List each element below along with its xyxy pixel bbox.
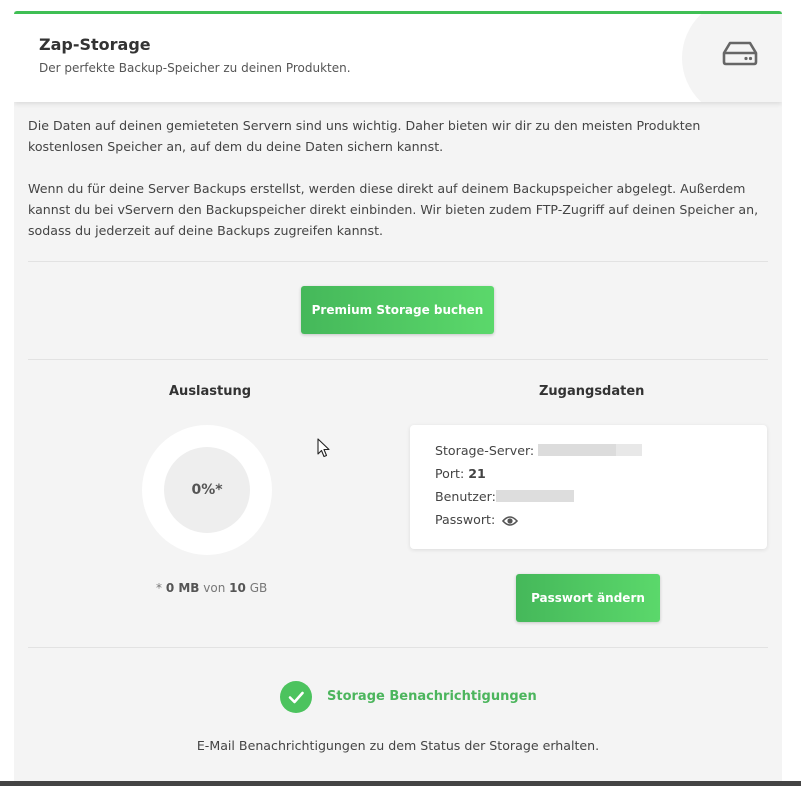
user-row: Benutzer: (435, 489, 574, 504)
notifications-label[interactable]: Storage Benachrichtigungen (327, 689, 537, 704)
page-title: Zap-Storage (39, 35, 151, 54)
card-body: Die Daten auf deinen gemieteten Servern … (14, 102, 782, 262)
port-label: Port: (435, 466, 465, 481)
password-label: Passwort: (435, 512, 496, 527)
premium-storage-button[interactable]: Premium Storage buchen (301, 286, 494, 334)
port-value: 21 (468, 466, 486, 481)
hard-drive-icon (722, 40, 758, 70)
notifications-toggle[interactable] (280, 681, 312, 713)
divider (28, 261, 768, 262)
intro-paragraph-2: Wenn du für deine Server Backups erstell… (28, 181, 759, 238)
usage-donut-chart: 0%* (142, 425, 272, 555)
user-label: Benutzer: (435, 489, 496, 504)
user-value-redacted[interactable] (495, 490, 574, 502)
credentials-heading: Zugangsdaten (539, 384, 645, 399)
usage-unit: GB (249, 581, 268, 595)
port-row: Port: 21 (435, 466, 486, 481)
credentials-box: Storage-Server: Port: 21 Benutzer: Passw… (410, 425, 767, 549)
divider (28, 647, 768, 648)
password-row: Passwort: (435, 512, 519, 530)
usage-used: 0 MB (165, 581, 200, 595)
usage-total: 10 (229, 581, 246, 595)
usage-percent-label: 0%* (191, 482, 223, 498)
notifications-description: E-Mail Benachrichtigungen zu dem Status … (196, 738, 600, 753)
change-password-button[interactable]: Passwort ändern (516, 574, 660, 622)
mouse-cursor-icon (317, 438, 331, 462)
eye-icon[interactable] (502, 515, 519, 530)
storage-server-row: Storage-Server: (435, 443, 643, 458)
page-subtitle: Der perfekte Backup-Speicher zu deinen P… (39, 61, 351, 75)
usage-of: von (203, 581, 226, 595)
zap-storage-card: Zap-Storage Der perfekte Backup-Speicher… (14, 11, 782, 786)
check-icon (280, 691, 312, 717)
usage-note-prefix: * (156, 581, 166, 595)
card-header: Zap-Storage Der perfekte Backup-Speicher… (14, 11, 782, 102)
intro-paragraph-1: Die Daten auf deinen gemieteten Servern … (28, 118, 701, 154)
divider (28, 359, 768, 360)
storage-server-value-redacted[interactable] (538, 444, 643, 456)
storage-server-label: Storage-Server: (435, 443, 535, 458)
usage-heading: Auslastung (169, 384, 252, 399)
bottom-bar (0, 781, 801, 786)
usage-note: * 0 MB von 10 GB (156, 581, 267, 595)
